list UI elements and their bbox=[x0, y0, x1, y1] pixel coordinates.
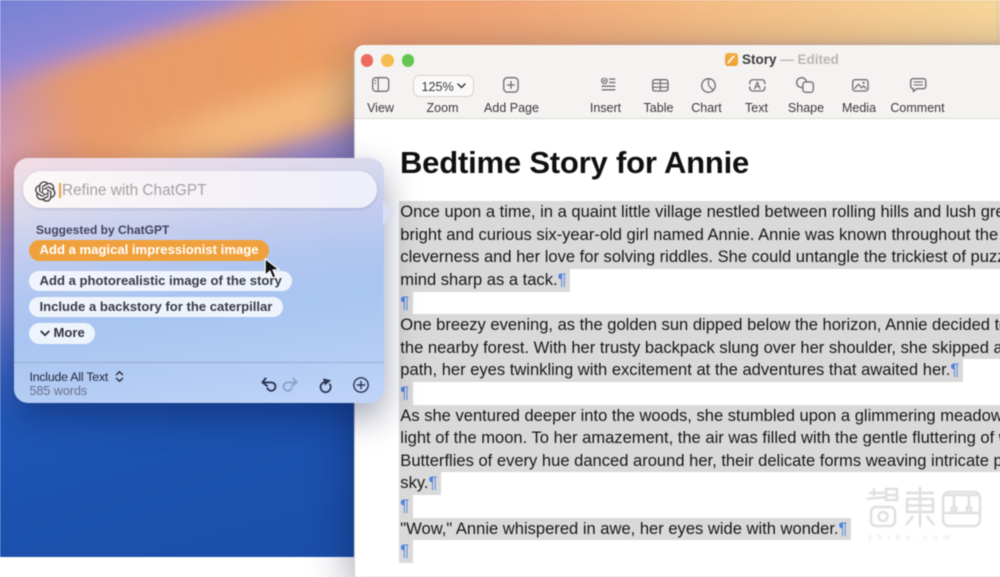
svg-text:zhidx.com: zhidx.com bbox=[868, 532, 956, 542]
